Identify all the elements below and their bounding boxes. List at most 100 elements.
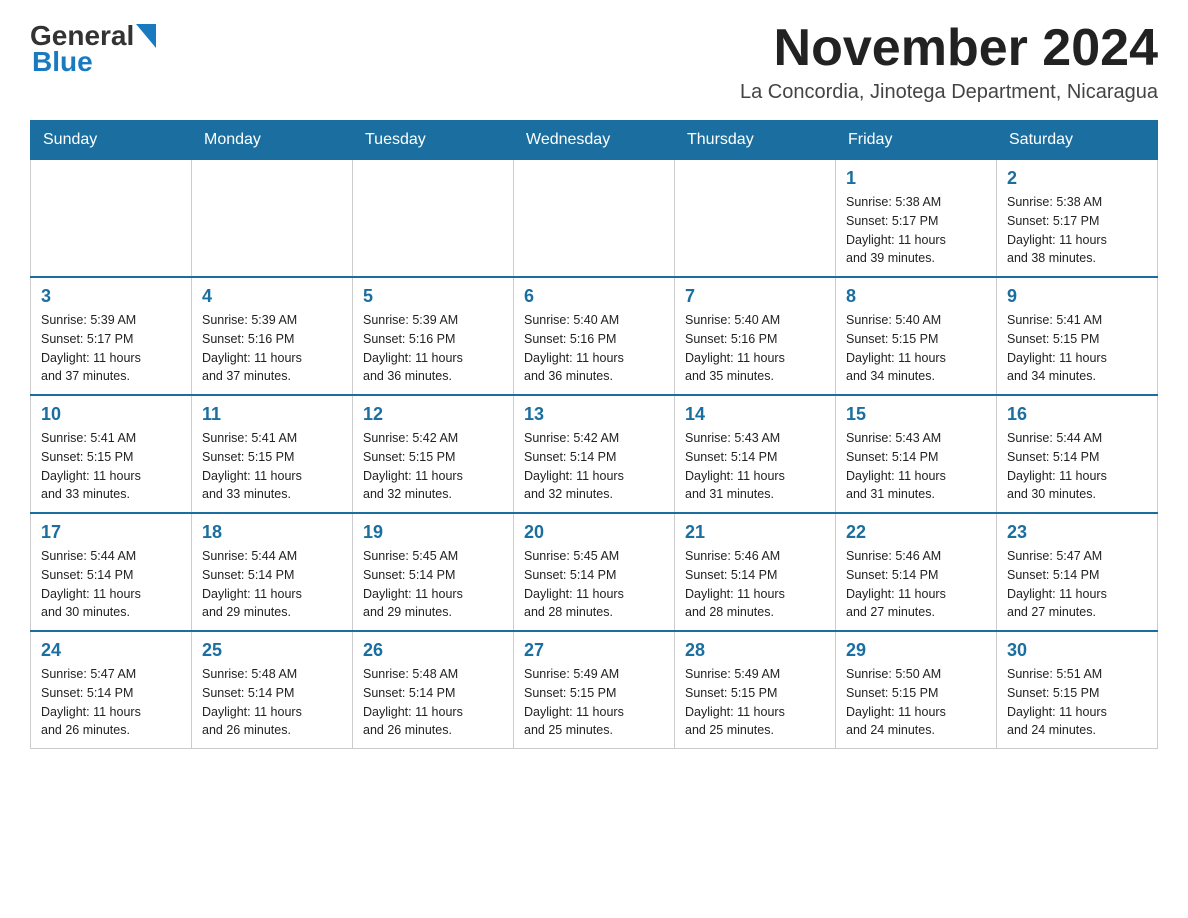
day-number: 12 [363,404,503,425]
day-info: Sunrise: 5:47 AMSunset: 5:14 PMDaylight:… [1007,547,1147,622]
calendar-cell: 26 Sunrise: 5:48 AMSunset: 5:14 PMDayligh… [353,631,514,749]
col-header-saturday: Saturday [997,121,1158,160]
day-info: Sunrise: 5:42 AMSunset: 5:15 PMDaylight:… [363,429,503,504]
day-number: 26 [363,640,503,661]
day-info: Sunrise: 5:49 AMSunset: 5:15 PMDaylight:… [524,665,664,740]
calendar-cell: 28 Sunrise: 5:49 AMSunset: 5:15 PMDayligh… [675,631,836,749]
calendar-cell: 4Sunrise: 5:39 AMSunset: 5:16 PMDaylight… [192,277,353,395]
calendar-cell: 18 Sunrise: 5:44 AMSunset: 5:14 PMDayligh… [192,513,353,631]
calendar-cell: 12 Sunrise: 5:42 AMSunset: 5:15 PMDayligh… [353,395,514,513]
page-header: General Blue November 2024 La Concordia,… [30,20,1158,104]
calendar-cell [514,160,675,278]
day-info: Sunrise: 5:39 AMSunset: 5:17 PMDaylight:… [41,311,181,386]
calendar-cell: 22 Sunrise: 5:46 AMSunset: 5:14 PMDayligh… [836,513,997,631]
day-number: 22 [846,522,986,543]
calendar-week-row: 17Sunrise: 5:44 AMSunset: 5:14 PMDayligh… [31,513,1158,631]
day-number: 28 [685,640,825,661]
calendar-cell: 5 Sunrise: 5:39 AMSunset: 5:16 PMDaylight… [353,277,514,395]
day-number: 11 [202,404,342,425]
day-info: Sunrise: 5:45 AMSunset: 5:14 PMDaylight:… [363,547,503,622]
day-number: 5 [363,286,503,307]
day-info: Sunrise: 5:40 AMSunset: 5:16 PMDaylight:… [524,311,664,386]
calendar-cell [675,160,836,278]
day-info: Sunrise: 5:44 AMSunset: 5:14 PMDaylight:… [41,547,181,622]
day-info: Sunrise: 5:41 AMSunset: 5:15 PMDaylight:… [1007,311,1147,386]
day-info: Sunrise: 5:41 AMSunset: 5:15 PMDaylight:… [41,429,181,504]
day-info: Sunrise: 5:47 AMSunset: 5:14 PMDaylight:… [41,665,181,740]
day-number: 9 [1007,286,1147,307]
calendar-cell: 23 Sunrise: 5:47 AMSunset: 5:14 PMDayligh… [997,513,1158,631]
calendar-cell: 14Sunrise: 5:43 AMSunset: 5:14 PMDayligh… [675,395,836,513]
calendar-cell: 29Sunrise: 5:50 AMSunset: 5:15 PMDayligh… [836,631,997,749]
calendar-cell: 17Sunrise: 5:44 AMSunset: 5:14 PMDayligh… [31,513,192,631]
calendar-cell: 1 Sunrise: 5:38 AMSunset: 5:17 PMDaylight… [836,160,997,278]
logo-arrow-icon [136,24,156,48]
day-info: Sunrise: 5:43 AMSunset: 5:14 PMDaylight:… [846,429,986,504]
calendar-cell: 9 Sunrise: 5:41 AMSunset: 5:15 PMDaylight… [997,277,1158,395]
day-number: 3 [41,286,181,307]
day-info: Sunrise: 5:48 AMSunset: 5:14 PMDaylight:… [202,665,342,740]
calendar-cell: 21 Sunrise: 5:46 AMSunset: 5:14 PMDayligh… [675,513,836,631]
calendar-cell: 3 Sunrise: 5:39 AMSunset: 5:17 PMDaylight… [31,277,192,395]
calendar-cell: 25 Sunrise: 5:48 AMSunset: 5:14 PMDayligh… [192,631,353,749]
calendar-cell [31,160,192,278]
day-number: 7 [685,286,825,307]
day-info: Sunrise: 5:48 AMSunset: 5:14 PMDaylight:… [363,665,503,740]
calendar-cell: 24 Sunrise: 5:47 AMSunset: 5:14 PMDayligh… [31,631,192,749]
calendar-cell: 15Sunrise: 5:43 AMSunset: 5:14 PMDayligh… [836,395,997,513]
day-number: 2 [1007,168,1147,189]
day-info: Sunrise: 5:40 AMSunset: 5:16 PMDaylight:… [685,311,825,386]
calendar-cell [353,160,514,278]
day-info: Sunrise: 5:39 AMSunset: 5:16 PMDaylight:… [363,311,503,386]
day-info: Sunrise: 5:46 AMSunset: 5:14 PMDaylight:… [846,547,986,622]
day-number: 25 [202,640,342,661]
day-number: 8 [846,286,986,307]
day-number: 24 [41,640,181,661]
calendar-cell: 2Sunrise: 5:38 AMSunset: 5:17 PMDaylight… [997,160,1158,278]
calendar-cell: 8 Sunrise: 5:40 AMSunset: 5:15 PMDaylight… [836,277,997,395]
title-area: November 2024 La Concordia, Jinotega Dep… [740,20,1158,104]
day-info: Sunrise: 5:40 AMSunset: 5:15 PMDaylight:… [846,311,986,386]
day-number: 1 [846,168,986,189]
day-info: Sunrise: 5:41 AMSunset: 5:15 PMDaylight:… [202,429,342,504]
calendar-cell: 16Sunrise: 5:44 AMSunset: 5:14 PMDayligh… [997,395,1158,513]
calendar-week-row: 24 Sunrise: 5:47 AMSunset: 5:14 PMDayligh… [31,631,1158,749]
col-header-wednesday: Wednesday [514,121,675,160]
calendar-cell [192,160,353,278]
day-info: Sunrise: 5:45 AMSunset: 5:14 PMDaylight:… [524,547,664,622]
col-header-tuesday: Tuesday [353,121,514,160]
day-info: Sunrise: 5:44 AMSunset: 5:14 PMDaylight:… [1007,429,1147,504]
day-number: 6 [524,286,664,307]
calendar-table: SundayMondayTuesdayWednesdayThursdayFrid… [30,120,1158,749]
calendar-week-row: 10 Sunrise: 5:41 AMSunset: 5:15 PMDayligh… [31,395,1158,513]
day-info: Sunrise: 5:44 AMSunset: 5:14 PMDaylight:… [202,547,342,622]
day-info: Sunrise: 5:49 AMSunset: 5:15 PMDaylight:… [685,665,825,740]
logo: General Blue [30,20,156,78]
col-header-monday: Monday [192,121,353,160]
day-number: 29 [846,640,986,661]
calendar-week-row: 3 Sunrise: 5:39 AMSunset: 5:17 PMDaylight… [31,277,1158,395]
calendar-cell: 27Sunrise: 5:49 AMSunset: 5:15 PMDayligh… [514,631,675,749]
day-info: Sunrise: 5:51 AMSunset: 5:15 PMDaylight:… [1007,665,1147,740]
day-info: Sunrise: 5:39 AMSunset: 5:16 PMDaylight:… [202,311,342,386]
calendar-header-row: SundayMondayTuesdayWednesdayThursdayFrid… [31,121,1158,160]
day-info: Sunrise: 5:38 AMSunset: 5:17 PMDaylight:… [846,193,986,268]
day-info: Sunrise: 5:46 AMSunset: 5:14 PMDaylight:… [685,547,825,622]
day-number: 10 [41,404,181,425]
day-info: Sunrise: 5:42 AMSunset: 5:14 PMDaylight:… [524,429,664,504]
day-number: 21 [685,522,825,543]
calendar-cell: 7 Sunrise: 5:40 AMSunset: 5:16 PMDaylight… [675,277,836,395]
calendar-cell: 30 Sunrise: 5:51 AMSunset: 5:15 PMDayligh… [997,631,1158,749]
day-number: 23 [1007,522,1147,543]
calendar-week-row: 1 Sunrise: 5:38 AMSunset: 5:17 PMDaylight… [31,160,1158,278]
calendar-cell: 19Sunrise: 5:45 AMSunset: 5:14 PMDayligh… [353,513,514,631]
calendar-cell: 13Sunrise: 5:42 AMSunset: 5:14 PMDayligh… [514,395,675,513]
day-number: 18 [202,522,342,543]
location-subtitle: La Concordia, Jinotega Department, Nicar… [740,81,1158,104]
calendar-cell: 11 Sunrise: 5:41 AMSunset: 5:15 PMDayligh… [192,395,353,513]
col-header-thursday: Thursday [675,121,836,160]
day-number: 30 [1007,640,1147,661]
month-title: November 2024 [740,20,1158,77]
col-header-friday: Friday [836,121,997,160]
logo-text-blue: Blue [32,46,93,78]
